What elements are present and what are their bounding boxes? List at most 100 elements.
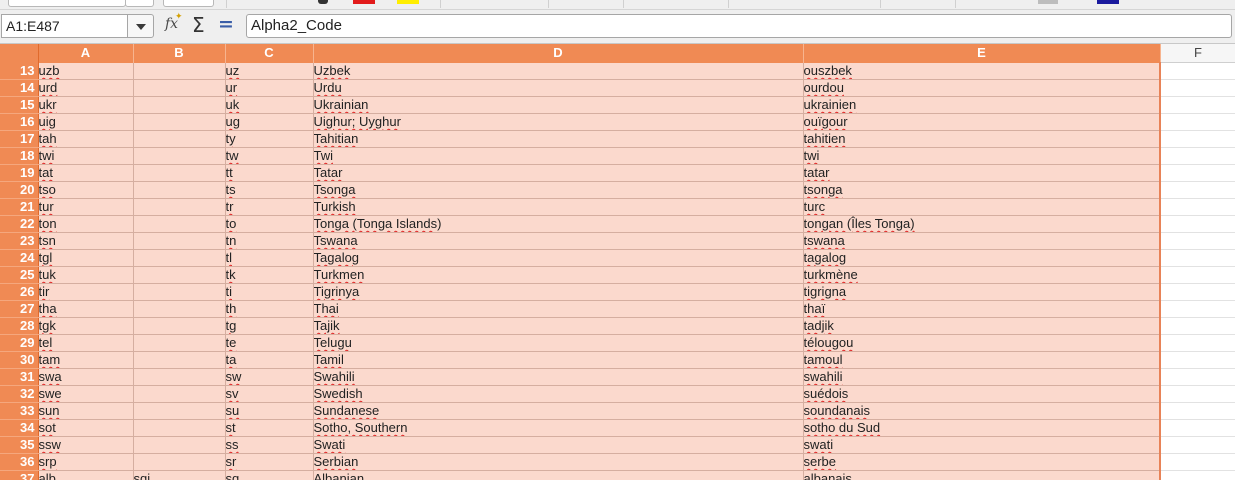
highlight-color-swatch[interactable] bbox=[397, 0, 419, 4]
cell-d[interactable]: Tamil bbox=[313, 351, 804, 369]
cell-e[interactable]: ourdou bbox=[803, 79, 1161, 97]
cell-c[interactable]: ug bbox=[225, 113, 314, 131]
cell-b[interactable] bbox=[133, 419, 226, 437]
row-header[interactable]: 18 bbox=[0, 147, 39, 165]
cell-b[interactable] bbox=[133, 317, 226, 335]
border-style-icon[interactable] bbox=[1038, 0, 1058, 4]
cell-d[interactable]: Ukrainian bbox=[313, 96, 804, 114]
cell-a[interactable]: tsn bbox=[38, 232, 134, 250]
column-header-c[interactable]: C bbox=[225, 44, 314, 63]
font-name-dropdown[interactable] bbox=[125, 0, 154, 7]
cell-b[interactable] bbox=[133, 113, 226, 131]
cell-c[interactable]: th bbox=[225, 300, 314, 318]
cell-f[interactable] bbox=[1160, 215, 1235, 233]
cell-e[interactable]: ukrainien bbox=[803, 96, 1161, 114]
cell-c[interactable]: tk bbox=[225, 266, 314, 284]
name-box[interactable]: A1:E487 bbox=[1, 14, 127, 38]
cell-a[interactable]: tat bbox=[38, 164, 134, 182]
cell-d[interactable]: Thai bbox=[313, 300, 804, 318]
row-header[interactable]: 15 bbox=[0, 96, 39, 114]
cell-f[interactable] bbox=[1160, 317, 1235, 335]
cell-e[interactable]: sotho du Sud bbox=[803, 419, 1161, 437]
cell-b[interactable]: sqi bbox=[133, 470, 226, 480]
cell-e[interactable]: serbe bbox=[803, 453, 1161, 471]
row-header[interactable]: 34 bbox=[0, 419, 39, 437]
cell-b[interactable] bbox=[133, 249, 226, 267]
cell-a[interactable]: uzb bbox=[38, 62, 134, 80]
cell-b[interactable] bbox=[133, 385, 226, 403]
cell-f[interactable] bbox=[1160, 232, 1235, 250]
cell-f[interactable] bbox=[1160, 266, 1235, 284]
cell-f[interactable] bbox=[1160, 368, 1235, 386]
cell-d[interactable]: Sundanese bbox=[313, 402, 804, 420]
cell-e[interactable]: soundanais bbox=[803, 402, 1161, 420]
column-header-e[interactable]: E bbox=[803, 44, 1161, 63]
cell-e[interactable]: tsonga bbox=[803, 181, 1161, 199]
cell-b[interactable] bbox=[133, 351, 226, 369]
font-color-icon[interactable] bbox=[318, 0, 328, 4]
cell-f[interactable] bbox=[1160, 300, 1235, 318]
cell-a[interactable]: ukr bbox=[38, 96, 134, 114]
cell-c[interactable]: ty bbox=[225, 130, 314, 148]
column-header-f[interactable]: F bbox=[1160, 44, 1235, 63]
cell-b[interactable] bbox=[133, 164, 226, 182]
cell-b[interactable] bbox=[133, 266, 226, 284]
cell-c[interactable]: ta bbox=[225, 351, 314, 369]
row-header[interactable]: 14 bbox=[0, 79, 39, 97]
cell-f[interactable] bbox=[1160, 147, 1235, 165]
row-header[interactable]: 16 bbox=[0, 113, 39, 131]
cell-e[interactable]: albanais bbox=[803, 470, 1161, 480]
row-header[interactable]: 24 bbox=[0, 249, 39, 267]
cell-d[interactable]: Sotho, Southern bbox=[313, 419, 804, 437]
cell-d[interactable]: Swahili bbox=[313, 368, 804, 386]
cell-b[interactable] bbox=[133, 334, 226, 352]
cell-f[interactable] bbox=[1160, 470, 1235, 480]
cell-d[interactable]: Tajik bbox=[313, 317, 804, 335]
cell-e[interactable]: turkmène bbox=[803, 266, 1161, 284]
cell-d[interactable]: Urdu bbox=[313, 79, 804, 97]
cell-d[interactable]: Tonga (Tonga Islands) bbox=[313, 215, 804, 233]
cell-d[interactable]: Tahitian bbox=[313, 130, 804, 148]
cell-c[interactable]: sv bbox=[225, 385, 314, 403]
fx-wizard-icon[interactable]: fx ✦ bbox=[165, 12, 183, 32]
row-header[interactable]: 28 bbox=[0, 317, 39, 335]
cell-e[interactable]: swahili bbox=[803, 368, 1161, 386]
cell-a[interactable]: tel bbox=[38, 334, 134, 352]
background-color-swatch[interactable] bbox=[1097, 0, 1119, 4]
cell-b[interactable] bbox=[133, 402, 226, 420]
row-header[interactable]: 20 bbox=[0, 181, 39, 199]
cell-e[interactable]: turc bbox=[803, 198, 1161, 216]
cell-b[interactable] bbox=[133, 453, 226, 471]
cell-d[interactable]: Tswana bbox=[313, 232, 804, 250]
cell-a[interactable]: ton bbox=[38, 215, 134, 233]
cell-c[interactable]: tn bbox=[225, 232, 314, 250]
row-header[interactable]: 33 bbox=[0, 402, 39, 420]
cell-e[interactable]: thaï bbox=[803, 300, 1161, 318]
cell-e[interactable]: tadjik bbox=[803, 317, 1161, 335]
font-name-box[interactable] bbox=[8, 0, 126, 7]
cell-b[interactable] bbox=[133, 181, 226, 199]
cell-f[interactable] bbox=[1160, 62, 1235, 80]
cell-b[interactable] bbox=[133, 300, 226, 318]
cell-e[interactable]: tatar bbox=[803, 164, 1161, 182]
row-header[interactable]: 13 bbox=[0, 62, 39, 80]
cell-e[interactable]: tamoul bbox=[803, 351, 1161, 369]
cell-a[interactable]: alb bbox=[38, 470, 134, 480]
cell-c[interactable]: ur bbox=[225, 79, 314, 97]
cell-a[interactable]: tgk bbox=[38, 317, 134, 335]
sum-icon[interactable]: Σ bbox=[192, 13, 205, 37]
cell-b[interactable] bbox=[133, 436, 226, 454]
cell-d[interactable]: Albanian bbox=[313, 470, 804, 480]
cell-c[interactable]: to bbox=[225, 215, 314, 233]
cell-e[interactable]: twi bbox=[803, 147, 1161, 165]
cell-f[interactable] bbox=[1160, 249, 1235, 267]
cell-b[interactable] bbox=[133, 96, 226, 114]
name-box-dropdown-icon[interactable] bbox=[127, 14, 154, 38]
row-header[interactable]: 26 bbox=[0, 283, 39, 301]
cell-e[interactable]: tongan (Îles Tonga) bbox=[803, 215, 1161, 233]
cell-b[interactable] bbox=[133, 198, 226, 216]
cell-e[interactable]: tswana bbox=[803, 232, 1161, 250]
cell-d[interactable]: Twi bbox=[313, 147, 804, 165]
cell-b[interactable] bbox=[133, 130, 226, 148]
cell-c[interactable]: tr bbox=[225, 198, 314, 216]
